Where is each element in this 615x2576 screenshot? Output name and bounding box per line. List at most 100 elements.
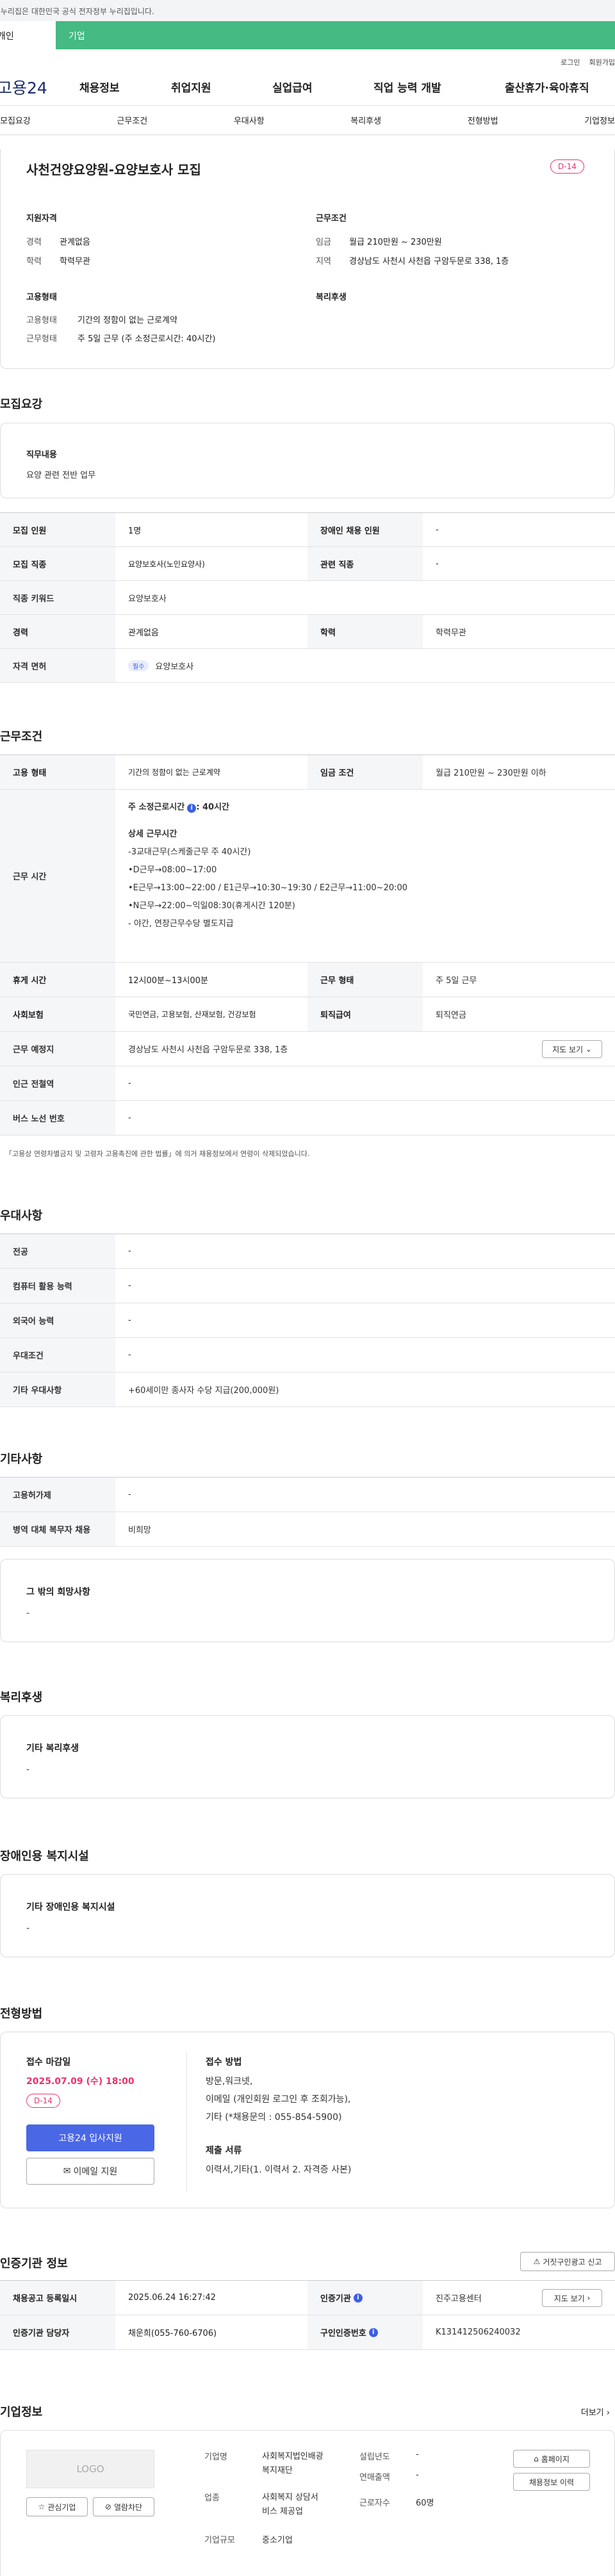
etc-heading: 기타사항 xyxy=(0,1453,43,1466)
dday-badge: D-14 xyxy=(550,159,584,174)
report-icon: ⚠ xyxy=(533,2257,541,2266)
page: 이 누리집은 대한민국 공식 전자정부 누리집입니다. 개인 기업 로그인 회원가… xyxy=(0,0,615,2576)
deadline-heading: 접수 마감일 xyxy=(26,2057,71,2067)
anchor-item[interactable]: 모집요강 xyxy=(0,114,31,126)
anchor-nav: 모집요강 근무조건 우대사항 복리후생 전형방법 기업정보 xyxy=(0,106,615,135)
qual-heading: 지원자격 xyxy=(26,214,57,224)
disabled-box: 기타 장애인용 복지시설 - xyxy=(0,1874,615,1957)
signup-link[interactable]: 회원가입 xyxy=(589,58,615,67)
wform-row: 근무형태 주 5일 근무 (주 소정근로시간: 40시간) xyxy=(26,334,216,344)
interest-button[interactable]: ☆ 관심기업 xyxy=(26,2497,88,2516)
info-icon[interactable]: i xyxy=(368,2327,378,2337)
apply-button[interactable]: 고용24 입사지원 xyxy=(26,2124,154,2151)
method-line: 이메일 (개인회원 로그인 후 조회가능), xyxy=(206,2094,351,2105)
info-icon[interactable]: i xyxy=(187,804,197,813)
site-logo[interactable]: 고용24 xyxy=(0,76,79,99)
docs-heading: 제출 서류 xyxy=(206,2146,242,2156)
anchor-item[interactable]: 기업정보 xyxy=(584,114,615,126)
anchor-item[interactable]: 전형방법 xyxy=(468,114,498,126)
header-links: 로그인 회원가입 xyxy=(0,49,615,69)
cert-table: 채용공고 등록일시 2025.06.24 16:27:42 인증기관 i 진주고용센터 … xyxy=(0,2280,615,2350)
industry-label: 업종 xyxy=(204,2493,220,2503)
gnb-item[interactable]: 직업 능력 개발 xyxy=(373,79,505,95)
docs-value: 이력서,기타(1. 이력서 2. 자격증 사본) xyxy=(206,2165,352,2175)
gov-banner-text: 이 누리집은 대한민국 공식 전자정부 누리집입니다. xyxy=(0,7,154,16)
welfare-box: 기타 복리후생 - xyxy=(0,1715,615,1798)
member-tabs: 개인 기업 xyxy=(0,21,615,49)
block-button[interactable]: ⊘ 열람차단 xyxy=(93,2497,154,2516)
report-button[interactable]: ⚠ 거짓구인광고 신고 xyxy=(520,2252,615,2271)
anchor-item[interactable]: 복리후생 xyxy=(350,114,381,126)
email-apply-button[interactable]: ✉ 이메일 지원 xyxy=(26,2158,154,2185)
table-row: 근무 시간 주 소정근로시간 i: 40시간 상세 근무시간 -3교대근무(스케줄… xyxy=(0,790,615,963)
etc-table: 고용허가제 - 병역 대체 복무자 채용 비희망 xyxy=(0,1477,615,1547)
tab-company[interactable]: 기업 xyxy=(56,21,615,49)
size-value: 중소기업 xyxy=(262,2536,293,2545)
size-label: 기업규모 xyxy=(204,2536,235,2545)
table-row: 인근 전철역 - xyxy=(0,1066,615,1101)
more-link[interactable]: 더보기 › xyxy=(581,2406,610,2418)
company-name: 사회복지법인배광 복지재단 xyxy=(262,2452,324,2475)
recruit-table: 모집 인원 1명 장애인 채용 인원 - 모집 직종 요양보호사(노인요양사) 관련 직종… xyxy=(0,512,615,683)
home-icon: ⌂ xyxy=(534,2454,539,2463)
welfare-heading: 복리후생 xyxy=(0,1691,43,1704)
etc-box: 그 밖의 희망사항 - xyxy=(0,1559,615,1642)
table-row: 고용 형태 기간의 정함이 없는 근로계약 임금 조건 월급 210만원 ~ 230만… xyxy=(0,755,615,790)
recruit-heading: 모집요강 xyxy=(0,398,43,411)
company-name-label: 기업명 xyxy=(204,2452,227,2462)
method-line: 방문,워크넷, xyxy=(206,2076,253,2087)
gnb-item[interactable]: 출산휴가·육아휴직 xyxy=(505,79,589,95)
pref-table: 전공 - 컴퓨터 활용 능력 - 외국어 능력 - 우대조건 - 기타 우대사항 +60세… xyxy=(0,1234,615,1407)
gnb-item[interactable]: 실업급여 xyxy=(272,79,373,95)
emp-heading: 고용형태 xyxy=(26,293,57,302)
table-row: 근무 예정지 경상남도 사천시 사천읍 구암두문로 338, 1층 지도 보기 ⌄ xyxy=(0,1032,615,1066)
wage-row: 임금 월급 210만원 ~ 230만원 xyxy=(316,238,442,247)
sales-label: 연매출액 xyxy=(359,2473,390,2482)
etc-box-heading: 그 밖의 희망사항 xyxy=(26,1587,90,1597)
anchor-item[interactable]: 우대사항 xyxy=(234,114,265,126)
company-heading: 기업정보 xyxy=(0,2406,43,2419)
pref-heading: 우대사항 xyxy=(0,1209,43,1223)
found-label: 설립년도 xyxy=(359,2452,390,2462)
work-heading: 근무조건 xyxy=(0,730,43,744)
welfare-box-text: - xyxy=(26,1765,30,1775)
etc-box-text: - xyxy=(26,1608,30,1618)
disabled-heading: 장애인용 복지시설 xyxy=(0,1850,89,1863)
cert-map-button[interactable]: 지도 보기 › xyxy=(542,2289,602,2307)
deadline-value: 2025.07.09 (수) 18:00 xyxy=(26,2076,135,2087)
table-row: 사회보험 국민연금, 고용보험, 산재보험, 건강보험 퇴직급여 퇴직연금 xyxy=(0,997,615,1032)
homepage-button[interactable]: ⌂ 홈페이지 xyxy=(513,2450,590,2468)
company-box: LOGO ☆ 관심기업 ⊘ 열람차단 기업명 사회복지법인배광 복지재단 설립년도 -… xyxy=(0,2430,615,2576)
anchor-item[interactable]: 근무조건 xyxy=(117,114,147,126)
method-line: 기타 (*채용문의 : 055-854-5900) xyxy=(206,2112,342,2123)
table-row: 기타 우대사항 +60세이만 종사자 수당 지급(200,000원) xyxy=(0,1373,615,1407)
table-row: 휴게 시간 12시00분~13시00분 근무 형태 주 5일 근무 xyxy=(0,963,615,997)
employees-label: 근로자수 xyxy=(359,2499,390,2508)
gnb-item[interactable]: 채용정보 xyxy=(79,79,171,95)
age-note: 「고용상 연령차별금지 및 고령자 고용촉진에 관한 법률」에 의거 채용정보에… xyxy=(5,1150,310,1158)
job-summary-card: 사천건양요양원-요양보호사 모집 D-14 지원자격 근무조건 경력 관계없음 학… xyxy=(0,149,615,369)
welfare-box-heading: 기타 복리후생 xyxy=(26,1743,79,1754)
sales-value: - xyxy=(416,2470,419,2480)
block-icon: ⊘ xyxy=(104,2502,111,2511)
table-row: 채용공고 등록일시 2025.06.24 16:27:42 인증기관 i 진주고용센터 … xyxy=(0,2281,615,2315)
table-row: 자격 면허 필수 요양보호사 xyxy=(0,649,615,683)
info-icon[interactable]: i xyxy=(353,2293,363,2303)
table-row: 병역 대체 복무자 채용 비희망 xyxy=(0,1512,615,1547)
tab-personal[interactable]: 개인 xyxy=(0,21,56,49)
gov-banner: 이 누리집은 대한민국 공식 전자정부 누리집입니다. xyxy=(0,0,615,21)
disabled-box-heading: 기타 장애인용 복지시설 xyxy=(26,1902,115,1912)
duty-heading: 직무내용 xyxy=(26,450,57,460)
required-tag: 필수 xyxy=(128,660,149,671)
table-row: 외국어 능력 - xyxy=(0,1303,615,1338)
process-heading: 전형방법 xyxy=(0,2007,43,2021)
table-row: 인증기관 담당자 채운희(055-760-6706) 구인인증번호 i K1314125… xyxy=(0,2315,615,2350)
gnb-item[interactable]: 취업지원 xyxy=(171,79,272,95)
login-link[interactable]: 로그인 xyxy=(561,58,580,67)
career-row: 경력 관계없음 xyxy=(26,238,90,247)
history-button[interactable]: 채용정보 이력 xyxy=(513,2473,590,2491)
table-row: 버스 노선 번호 - xyxy=(0,1101,615,1136)
map-button[interactable]: 지도 보기 ⌄ xyxy=(542,1040,602,1058)
table-row: 모집 인원 1명 장애인 채용 인원 - xyxy=(0,513,615,547)
cond-heading: 근무조건 xyxy=(316,214,347,224)
